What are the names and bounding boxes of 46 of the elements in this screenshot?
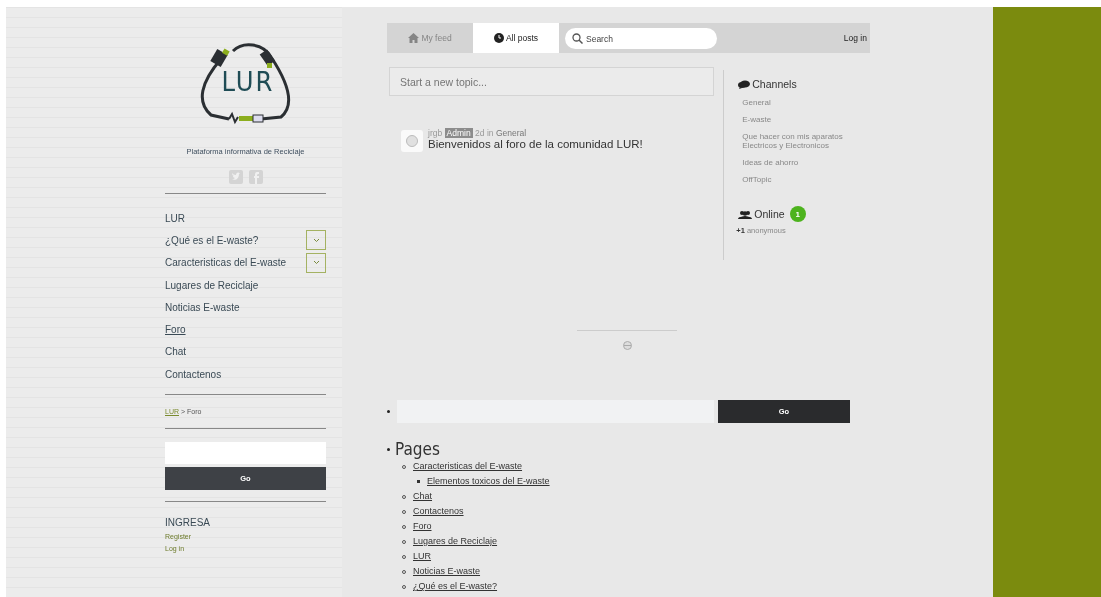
home-icon [408, 33, 420, 43]
chevron-down-icon [312, 260, 320, 266]
page-link[interactable]: LUR [413, 551, 431, 561]
new-topic-field[interactable]: Start a new topic... [389, 67, 714, 96]
search-field[interactable] [165, 442, 326, 465]
users-icon [738, 209, 753, 219]
channels-heading: Channels [752, 78, 797, 90]
menu-link[interactable]: ¿Qué es el E-waste? [165, 234, 259, 246]
online-heading: Online [754, 208, 785, 220]
menu-link[interactable]: Contactenos [165, 368, 222, 380]
menu-link[interactable]: LUR [165, 212, 185, 224]
menu-link[interactable]: Chat [165, 346, 187, 358]
post-title[interactable]: Bienvenidos al foro de la comunidad LUR! [428, 138, 643, 150]
page-link[interactable]: Caracteristicas del E-waste [413, 461, 523, 471]
chat-bubbles-icon [738, 79, 751, 89]
loading-icon [622, 341, 632, 350]
post-channel[interactable]: General [495, 128, 527, 138]
facebook-icon[interactable] [248, 170, 263, 184]
search-icon [572, 32, 583, 44]
menu-link[interactable]: Noticias E-waste [165, 301, 240, 313]
section-title: INGRESA [165, 517, 211, 529]
search-field[interactable]: Search [565, 28, 717, 49]
page-link[interactable]: ¿Qué es el E-waste? [413, 581, 498, 591]
clock-icon [493, 33, 504, 43]
page-link[interactable]: Elementos toxicos del E-waste [427, 476, 550, 486]
menu-link[interactable]: Lugares de Reciclaje [165, 279, 259, 291]
avatar [401, 130, 423, 152]
tab[interactable]: All posts [473, 23, 559, 53]
post-age: 2d [475, 128, 485, 138]
expand-toggle[interactable] [306, 230, 326, 251]
twitter-icon[interactable] [228, 170, 243, 184]
expand-toggle[interactable] [306, 252, 326, 273]
chevron-down-icon [312, 237, 320, 243]
login-link[interactable]: Log in [843, 33, 867, 43]
page-link[interactable]: Lugares de Reciclaje [413, 536, 498, 546]
page-link[interactable]: Contactenos [413, 506, 464, 516]
role-badge: Admin [444, 128, 473, 138]
online-count: 1 [789, 206, 806, 222]
pages-heading: Pages [395, 439, 440, 459]
page-link[interactable]: Foro [413, 521, 432, 531]
menu-link[interactable]: Foro [165, 324, 186, 336]
post-in: in [486, 128, 494, 138]
menu-link[interactable]: Caracteristicas del E-waste [165, 257, 287, 269]
page-link[interactable]: Chat [413, 491, 432, 501]
page-link[interactable]: Noticias E-waste [413, 566, 481, 576]
logo-text[interactable]: LUR [221, 65, 275, 99]
